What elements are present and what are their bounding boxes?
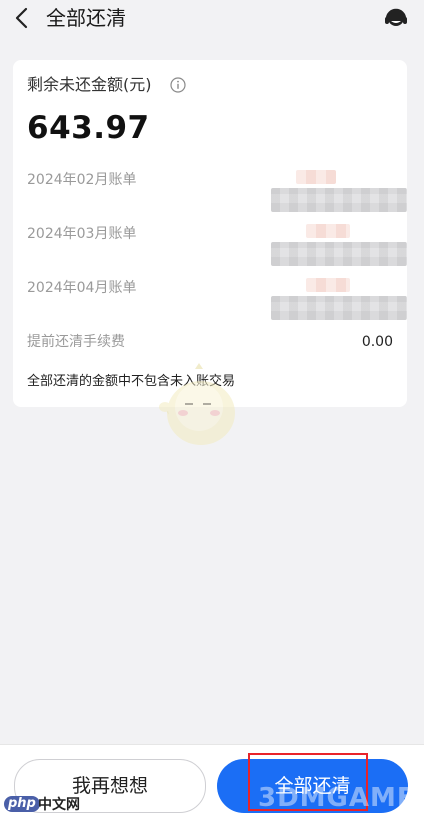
- chevron-left-icon[interactable]: [10, 5, 36, 31]
- redacted-bill-detail: [271, 296, 407, 320]
- mascot-watermark-icon: [159, 363, 235, 445]
- redacted-bill-amount: [306, 224, 350, 238]
- bill-2024-04-label: 2024年04月账单: [27, 280, 137, 296]
- remaining-amount-value: 643.97: [27, 110, 150, 146]
- redacted-bill-detail: [271, 242, 407, 266]
- 3dmgame-watermark: 3DMGAME: [258, 783, 416, 813]
- info-circle-icon[interactable]: [170, 77, 186, 93]
- customer-service-headset-icon[interactable]: [382, 4, 410, 32]
- repayment-summary-card: 剩余未还金额(元) 643.97 2024年02月账单 2024年03月账单 2…: [13, 60, 407, 407]
- early-payoff-fee-value: 0.00: [361, 334, 393, 350]
- redacted-bill-amount: [296, 170, 336, 184]
- redacted-bill-detail: [271, 188, 407, 212]
- top-nav-bar: 全部还清: [0, 0, 424, 44]
- bill-2024-02-label: 2024年02月账单: [27, 172, 137, 188]
- redacted-bill-amount: [306, 278, 350, 292]
- early-payoff-fee-label: 提前还清手续费: [27, 334, 125, 350]
- php-watermark-logo: php: [4, 796, 40, 812]
- remaining-amount-label: 剩余未还金额(元): [27, 75, 152, 94]
- php-watermark-text: 中文网: [38, 797, 80, 813]
- page-title: 全部还清: [46, 6, 126, 30]
- bill-2024-03-label: 2024年03月账单: [27, 226, 137, 242]
